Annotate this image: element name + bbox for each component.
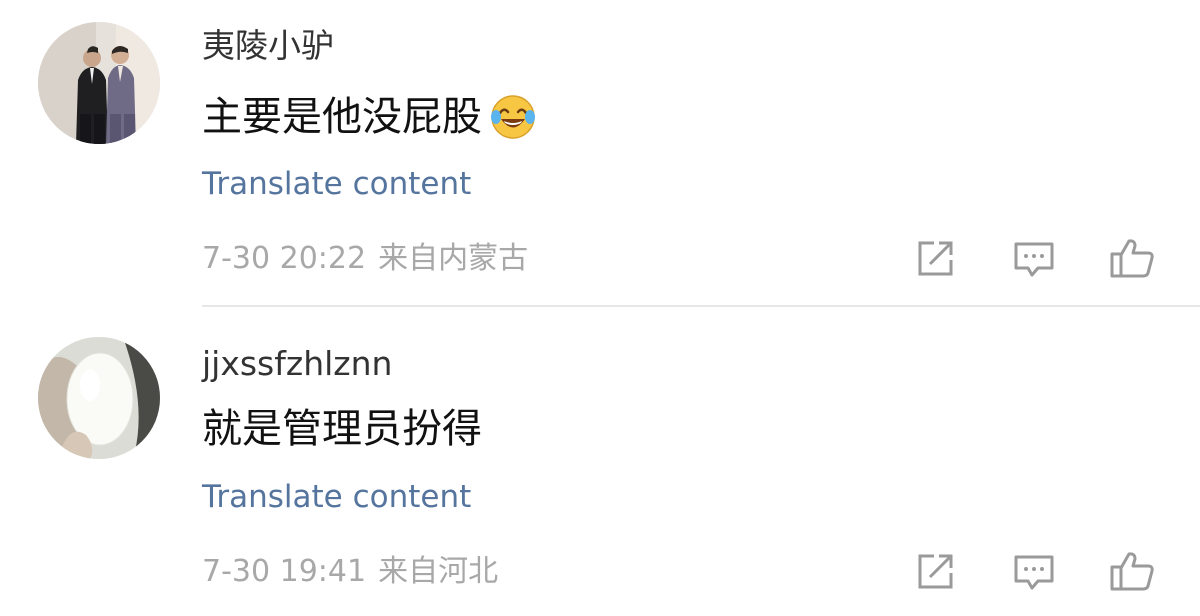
comment-icon [1014, 242, 1054, 277]
share-button[interactable] [912, 547, 960, 595]
comment-text-content: 就是管理员扮得 [202, 406, 482, 452]
white-egg-photo [38, 337, 160, 459]
location: 来自河北 [378, 554, 499, 589]
comment-text: 就是管理员扮得 [202, 405, 482, 453]
translate-link[interactable]: Translate content [202, 165, 471, 203]
timestamp: 7-30 19:41 [202, 554, 367, 589]
share-icon [918, 241, 953, 276]
comment-meta: 7-30 19:41 来自河北 [202, 554, 498, 590]
comment-icon [1014, 555, 1054, 590]
like-button[interactable] [1108, 234, 1156, 282]
username[interactable]: jjxssfzhlznn [202, 344, 392, 384]
comment-text-content: 主要是他没屁股 [202, 94, 482, 140]
avatar[interactable] [38, 337, 160, 459]
two-men-in-suits-photo [38, 22, 160, 144]
translate-link[interactable]: Translate content [202, 478, 471, 516]
location: 来自内蒙古 [378, 241, 529, 276]
comment-text: 主要是他没屁股 [202, 92, 538, 142]
thumbs-up-icon [1110, 552, 1154, 591]
timestamp: 7-30 20:22 [202, 241, 367, 276]
reply-button[interactable] [1010, 547, 1058, 595]
comment-item: jjxssfzhlznn 就是管理员扮得 Translate content 7… [0, 307, 1200, 616]
reply-button[interactable] [1010, 234, 1058, 282]
avatar[interactable] [38, 22, 160, 144]
share-button[interactable] [912, 234, 960, 282]
username[interactable]: 夷陵小驴 [202, 26, 334, 66]
share-icon [918, 554, 953, 589]
comment-item: 夷陵小驴 主要是他没屁股 Translate content 7-30 20:2… [0, 0, 1200, 307]
like-button[interactable] [1108, 547, 1156, 595]
thumbs-up-icon [1110, 239, 1154, 278]
laughing-crying-emoji [491, 95, 535, 139]
comment-meta: 7-30 20:22 来自内蒙古 [202, 241, 528, 277]
